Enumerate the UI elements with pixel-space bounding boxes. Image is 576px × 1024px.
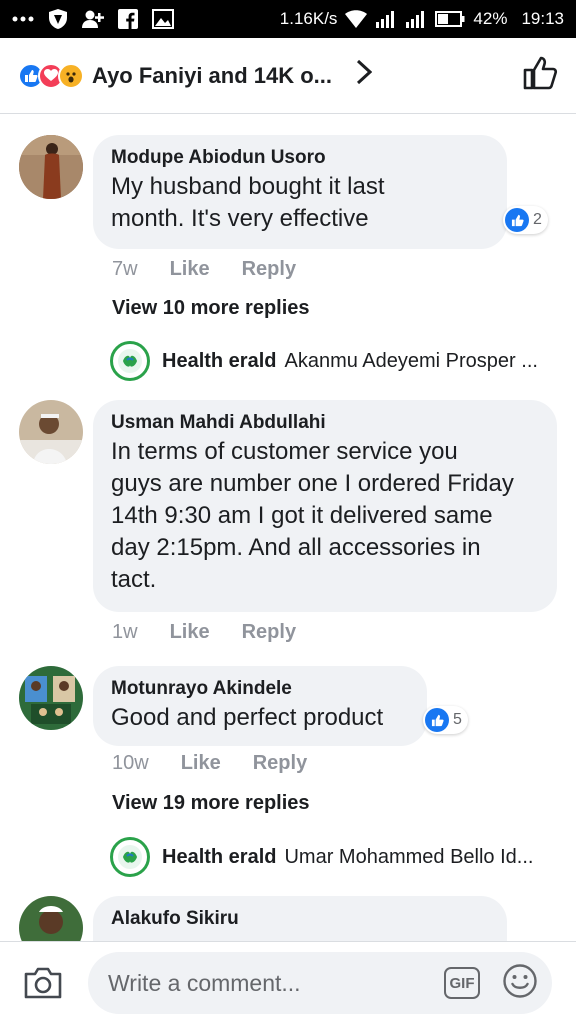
- signal-icon-2: [405, 10, 427, 28]
- add-friend-icon: [82, 9, 104, 29]
- comment-text-line: My husband bought it last: [111, 173, 385, 200]
- facebook-icon: [118, 9, 138, 29]
- avatar[interactable]: [19, 666, 83, 730]
- health-erald-logo-icon: [110, 837, 150, 877]
- reply-text: Umar Mohammed Bello Id...: [284, 845, 534, 868]
- reaction-count-badge[interactable]: 5: [423, 706, 468, 734]
- reply-button[interactable]: Reply: [242, 621, 296, 644]
- comment-meta: 10w Like Reply: [112, 752, 307, 775]
- status-bar: 1.16K/s 42% 19:13: [0, 0, 576, 38]
- comment-bubble[interactable]: Modupe Abiodun Usoro My husband bought i…: [93, 135, 507, 249]
- comment-composer: GIF: [0, 941, 576, 1024]
- reply-button[interactable]: Reply: [253, 752, 307, 775]
- comment-text-line: tact.: [111, 566, 157, 593]
- reply-preview[interactable]: Health erald Umar Mohammed Bello Id...: [110, 837, 533, 877]
- comment-bubble[interactable]: Usman Mahdi Abdullahi In terms of custom…: [93, 400, 557, 612]
- reply-author[interactable]: Health erald: [162, 350, 276, 373]
- reaction-count: 2: [533, 211, 542, 228]
- comment-input[interactable]: [108, 969, 444, 997]
- like-reaction-icon: [425, 708, 449, 732]
- comment-text-line: Good and perfect product: [111, 704, 384, 731]
- comment-text-line: In terms of customer service you: [111, 438, 458, 465]
- wow-reaction-icon: [58, 62, 84, 89]
- reply-preview[interactable]: Health erald Akanmu Adeyemi Prosper ...: [110, 341, 538, 381]
- comment-meta: 1w Like Reply: [112, 621, 296, 644]
- like-post-button[interactable]: [522, 55, 558, 96]
- comment-bubble[interactable]: Motunrayo Akindele Good and perfect prod…: [93, 666, 427, 746]
- reply-button[interactable]: Reply: [242, 258, 296, 281]
- like-button[interactable]: Like: [170, 621, 210, 644]
- comment-text-line: day 2:15pm. And all accessories in: [111, 534, 481, 561]
- comment-meta: 7w Like Reply: [112, 258, 296, 281]
- camera-icon[interactable]: [20, 960, 66, 1006]
- comment-text-line: month. It's very effective: [111, 205, 369, 232]
- avatar[interactable]: [19, 896, 83, 941]
- comment-author[interactable]: Alakufo Sikiru: [111, 906, 489, 932]
- emoji-icon[interactable]: [502, 963, 538, 1004]
- comment-author[interactable]: Motunrayo Akindele: [111, 676, 409, 702]
- reaction-count-badge[interactable]: 2: [503, 206, 548, 234]
- comment-bubble[interactable]: Alakufo Sikiru: [93, 896, 507, 941]
- shield-icon: [48, 8, 68, 30]
- comment-author[interactable]: Usman Mahdi Abdullahi: [111, 410, 539, 436]
- battery-percent: 42%: [473, 9, 508, 28]
- wifi-icon: [345, 10, 368, 28]
- like-reaction-icon: [505, 208, 529, 232]
- more-dots-icon: [12, 16, 34, 22]
- reaction-summary[interactable]: [18, 62, 84, 89]
- comment-time: 1w: [112, 621, 138, 643]
- avatar[interactable]: [19, 400, 83, 464]
- view-more-replies[interactable]: View 19 more replies: [112, 792, 310, 815]
- battery-icon: [435, 11, 465, 27]
- comment-time: 10w: [112, 752, 149, 774]
- gif-button[interactable]: GIF: [444, 967, 480, 999]
- reactions-title[interactable]: Ayo Faniyi and 14K o...: [92, 63, 332, 89]
- avatar[interactable]: [19, 135, 83, 199]
- gallery-icon: [152, 9, 174, 29]
- view-more-replies[interactable]: View 10 more replies: [112, 297, 310, 320]
- comment-text-line: guys are number one I ordered Friday: [111, 470, 514, 497]
- clock: 19:13: [521, 9, 564, 28]
- reactions-header: Ayo Faniyi and 14K o...: [0, 38, 576, 114]
- reply-author[interactable]: Health erald: [162, 846, 276, 869]
- comment-time: 7w: [112, 258, 138, 280]
- reply-text: Akanmu Adeyemi Prosper ...: [284, 349, 538, 372]
- like-button[interactable]: Like: [170, 258, 210, 281]
- signal-icon: [375, 10, 397, 28]
- comment-author[interactable]: Modupe Abiodun Usoro: [111, 145, 489, 171]
- reaction-count: 5: [453, 711, 462, 728]
- like-button[interactable]: Like: [181, 752, 221, 775]
- chevron-right-icon[interactable]: [356, 59, 373, 92]
- comment-input-wrap: GIF: [88, 952, 552, 1014]
- health-erald-logo-icon: [110, 341, 150, 381]
- network-speed: 1.16K/s: [279, 9, 338, 28]
- comments-list: Modupe Abiodun Usoro My husband bought i…: [0, 114, 576, 941]
- comment-text-line: 14th 9:30 am I got it delivered same: [111, 502, 493, 529]
